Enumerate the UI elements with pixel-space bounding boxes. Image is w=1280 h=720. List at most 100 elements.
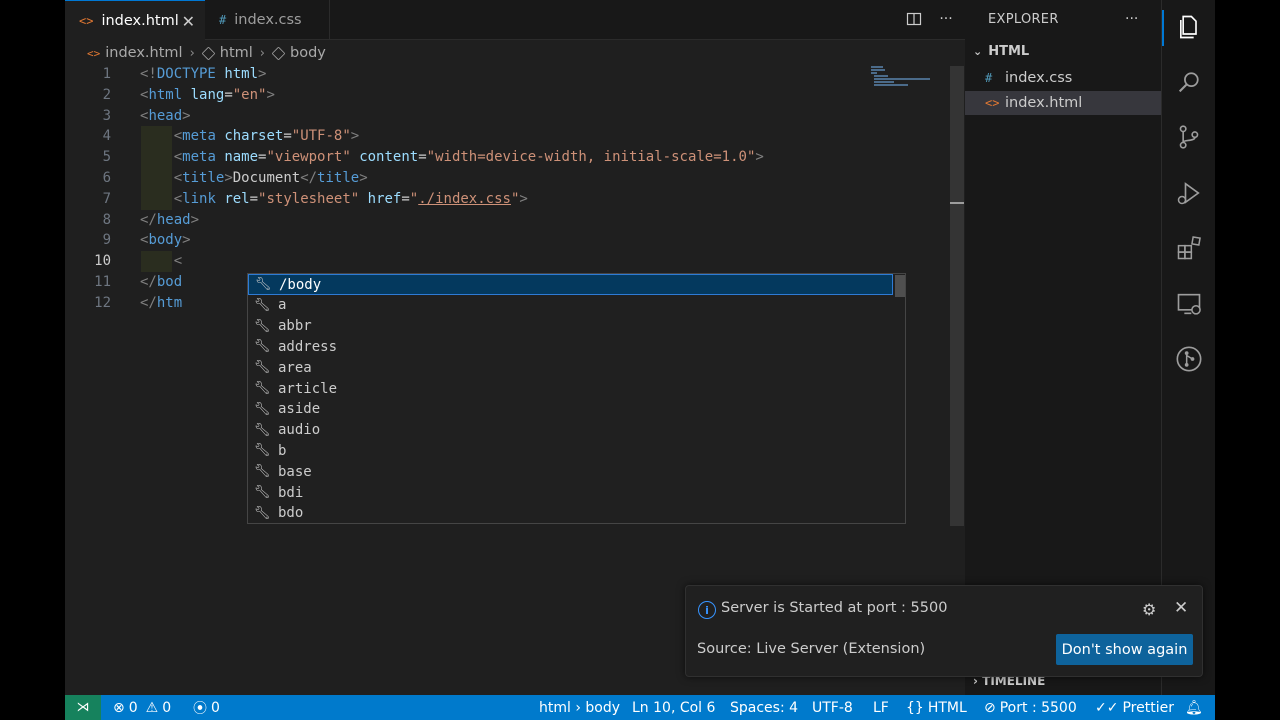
suggestion-label: aside [278,401,321,418]
cursor-position[interactable]: Ln 10, Col 6 [632,695,715,720]
css-file-icon: # [985,71,993,85]
left-pillarbox [0,0,65,720]
code-line[interactable]: 2 <html lang="en"> [65,85,945,106]
git-graph-icon[interactable] [1174,344,1204,374]
encoding[interactable]: UTF-8 [812,695,853,720]
folder-section-header[interactable]: ⌄ HTML [973,44,1029,59]
warning-count: 0 [162,699,172,716]
code-line[interactable]: 6 <title>Document</title> [65,168,945,189]
broadcast-icon: ⊘ [984,699,996,716]
wrench-icon: 🔧︎ [253,360,271,376]
suggestion-item[interactable]: 🔧︎ bdo [248,503,893,524]
suggestion-item[interactable]: 🔧︎ base [248,461,893,482]
suggestion-item[interactable]: 🔧︎ bdi [248,482,893,503]
status-breadcrumb[interactable]: html › body [539,695,620,720]
explorer-icon[interactable] [1174,12,1204,42]
suggestion-item[interactable]: 🔧︎ a [248,295,893,316]
braces-icon: {} [906,699,924,716]
suggestion-item[interactable]: 🔧︎ area [248,357,893,378]
suggestion-item[interactable]: 🔧︎ audio [248,420,893,441]
source-control-icon[interactable] [1174,122,1204,152]
file-item-index-css[interactable]: # index.css [965,66,1161,90]
prettier-status[interactable]: ✓✓ Prettier [1095,695,1174,720]
remote-explorer-icon[interactable] [1174,289,1204,319]
right-pillarbox [1215,0,1280,720]
breadcrumb-label: html [219,45,253,61]
search-icon[interactable] [1174,67,1204,97]
extensions-icon[interactable] [1174,233,1204,263]
line-number: 4 [102,128,111,145]
breadcrumb-label: index.html [105,45,183,61]
code-line[interactable]: 1 <!DOCTYPE html> [65,64,945,85]
suggestion-label: base [278,463,312,480]
warning-icon: ⚠ [145,699,159,716]
code-text: </htm [140,294,183,311]
split-editor-icon[interactable] [905,10,923,28]
code-line[interactable]: 8 </head> [65,210,945,231]
suggestion-label: b [278,442,287,459]
code-text: <meta charset="UTF-8"> [173,128,360,145]
vertical-scrollbar[interactable] [950,66,964,526]
language-mode[interactable]: {} HTML [906,695,967,720]
suggest-widget[interactable]: 🔧︎ /body 🔧︎ a 🔧︎ abbr 🔧︎ address 🔧︎ area 🔧︎ article… [247,273,906,524]
wrench-icon: 🔧︎ [254,277,272,292]
element-icon [271,46,286,60]
breadcrumb-item-file[interactable]: <> index.html [87,45,183,61]
suggestion-item[interactable]: 🔧︎ abbr [248,316,893,337]
breadcrumb-item-body[interactable]: body [271,45,326,61]
code-line[interactable]: 7 <link rel="stylesheet" href="./index.c… [65,188,945,210]
close-icon[interactable]: ✕ [1174,598,1188,618]
gear-icon[interactable]: ⚙ [1142,600,1156,619]
info-icon: i [698,601,716,619]
bell-icon[interactable]: 🔔︎ [1185,695,1203,720]
live-server-port[interactable]: ⊘ Port : 5500 [984,695,1077,720]
code-text: </bod [140,274,183,290]
wrench-icon: 🔧︎ [253,401,271,417]
suggestion-label: area [278,359,312,376]
minimap-line [871,66,883,68]
more-actions-icon[interactable]: ··· [1125,11,1138,27]
error-count: 0 [128,699,138,716]
code-line[interactable]: 5 <meta name="viewport" content="width=d… [65,147,945,169]
css-file-icon: # [219,13,227,27]
code-line[interactable]: 10 < [65,251,945,273]
close-icon[interactable]: ✕ [182,12,195,31]
more-actions-icon[interactable]: ··· [937,10,955,28]
remote-indicator-icon[interactable]: ⋊ [65,695,101,720]
suggestion-item[interactable]: 🔧︎ address [248,336,893,357]
minimap-line [874,75,888,77]
code-line[interactable]: 9 <body> [65,230,945,251]
suggestion-item[interactable]: 🔧︎ aside [248,399,893,420]
code-text: <body> [140,232,191,249]
dont-show-again-button[interactable]: Don't show again [1056,634,1193,665]
suggestion-item[interactable]: 🔧︎ b [248,440,893,461]
line-number: 12 [94,294,111,311]
tab-index-html[interactable]: <> index.html ✕ [65,0,205,40]
breadcrumb-item-html[interactable]: html [201,45,253,61]
wrench-icon: 🔧︎ [253,318,271,334]
file-item-index-html[interactable]: <> index.html [965,91,1161,115]
wrench-icon: 🔧︎ [253,464,271,480]
code-text: <meta name="viewport" content="width=dev… [173,149,764,166]
ports-indicator[interactable]: ⦿ 0 [193,695,220,720]
code-line[interactable]: 3 <head> [65,106,945,127]
suggestion-item[interactable]: 🔧︎ article [248,378,893,399]
suggestion-item[interactable]: 🔧︎ /body [248,274,893,295]
run-debug-icon[interactable] [1174,178,1204,208]
wrench-icon: 🔧︎ [253,297,271,313]
suggest-scrollbar[interactable] [895,275,905,297]
end-of-line[interactable]: LF [873,695,889,720]
html-file-icon: <> [79,13,94,28]
notification-toast: i Server is Started at port : 5500 ⚙ ✕ S… [685,585,1203,677]
problems-indicator[interactable]: ⊗ 0 ⚠ 0 [113,695,171,720]
line-number: 1 [102,66,111,82]
code-line[interactable]: 4 <meta charset="UTF-8"> [65,126,945,148]
active-view-indicator [1162,10,1164,46]
suggestion-label: a [278,297,287,314]
file-name: index.html [1005,95,1083,111]
tab-index-css[interactable]: # index.css [205,0,330,40]
line-number: 7 [102,190,111,207]
minimap[interactable] [871,64,941,94]
notification-source: Source: Live Server (Extension) [697,641,926,657]
indentation[interactable]: Spaces: 4 [730,695,798,720]
